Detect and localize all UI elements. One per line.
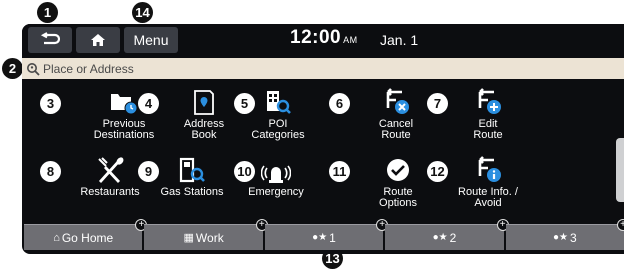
home-button[interactable] xyxy=(76,27,120,53)
callout-8: 8 xyxy=(40,161,61,182)
callout-1: 1 xyxy=(37,2,58,23)
callout-3: 3 xyxy=(40,93,61,114)
menu-item-edit-route[interactable]: Edit Route xyxy=(440,88,536,141)
item-label: Route Info. / Avoid xyxy=(458,186,518,209)
callout-11: 11 xyxy=(329,161,350,182)
favorite-label: 2 xyxy=(449,230,457,245)
date: Jan. 1 xyxy=(380,32,419,48)
favorite-2-button[interactable]: ●★ 2 + xyxy=(385,219,509,250)
ampm: AM xyxy=(343,35,358,45)
search-placeholder: Place or Address xyxy=(43,61,134,76)
callout-2: 2 xyxy=(2,58,23,79)
callout-14: 14 xyxy=(132,2,153,23)
callout-10: 10 xyxy=(234,161,255,182)
callout-4: 4 xyxy=(138,93,159,114)
menu-button[interactable]: Menu xyxy=(124,27,178,53)
item-label: Gas Stations xyxy=(160,186,224,198)
callout-12: 12 xyxy=(427,161,448,182)
cancel-route-icon xyxy=(386,88,409,114)
restaurants-icon xyxy=(98,157,124,183)
gas-stations-icon xyxy=(179,157,205,183)
time: 12:00 xyxy=(290,27,342,48)
back-arrow-icon xyxy=(40,32,60,45)
favorite-label: 1 xyxy=(329,230,336,245)
address-book-icon xyxy=(194,90,214,115)
work-button[interactable]: ▦ Work + xyxy=(144,219,268,250)
search-input[interactable]: Place or Address xyxy=(22,58,624,79)
navigation-screen: Menu 12:00 AM Jan. 1 Place or Address Pre… xyxy=(22,24,624,254)
top-bar: Menu 12:00 AM Jan. 1 xyxy=(22,24,624,56)
poi-categories-icon xyxy=(267,91,291,114)
add-icon[interactable]: + xyxy=(617,219,624,231)
quick-destinations-bar: ⌂ Go Home + ▦ Work + ●★ 1 + ●★ 2 + ●★ 3 … xyxy=(24,219,624,250)
home-icon xyxy=(91,34,105,46)
callout-5: 5 xyxy=(234,93,255,114)
work-label: Work xyxy=(195,230,224,245)
side-panel-handle[interactable] xyxy=(616,138,624,202)
item-label: Edit Route xyxy=(473,118,503,141)
menu-item-gas-stations[interactable]: Gas Stations xyxy=(144,156,240,198)
previous-destinations-icon xyxy=(111,94,138,115)
go-home-button[interactable]: ⌂ Go Home + xyxy=(24,219,148,250)
back-button[interactable] xyxy=(28,27,72,53)
building-icon: ▦ xyxy=(183,232,194,244)
clock: 12:00 AM xyxy=(290,27,358,49)
edit-route-icon xyxy=(478,88,501,114)
home-icon: ⌂ xyxy=(53,231,60,244)
callout-9: 9 xyxy=(138,161,159,182)
callout-7: 7 xyxy=(427,93,448,114)
emergency-icon xyxy=(261,165,291,183)
favorite-label: 3 xyxy=(569,230,577,245)
callout-6: 6 xyxy=(329,93,350,114)
favorite-3-button[interactable]: ●★ 3 + xyxy=(505,219,624,250)
star-pin-icon: ●★ xyxy=(312,232,328,243)
item-label: Route Options xyxy=(379,186,417,209)
route-options-icon xyxy=(387,159,409,181)
item-label: Cancel Route xyxy=(378,118,414,141)
route-info-icon xyxy=(478,156,501,182)
favorite-1-button[interactable]: ●★ 1 + xyxy=(264,219,389,250)
item-label: Emergency xyxy=(248,186,304,198)
star-pin-icon: ●★ xyxy=(552,232,568,243)
go-home-label: Go Home xyxy=(61,230,114,245)
star-pin-icon: ●★ xyxy=(432,232,448,243)
menu-item-route-info-avoid[interactable]: Route Info. / Avoid xyxy=(440,156,536,209)
item-label: POI Categories xyxy=(251,118,305,141)
search-icon xyxy=(27,62,40,76)
